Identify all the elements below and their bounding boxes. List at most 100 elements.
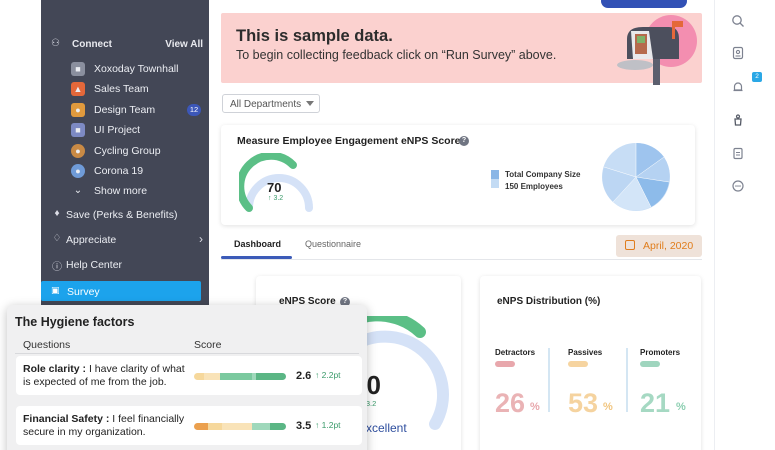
group-color-bar bbox=[495, 361, 515, 367]
ui-project-icon: ■ bbox=[71, 123, 85, 137]
group-unit: % bbox=[530, 401, 540, 413]
contacts-icon[interactable] bbox=[730, 46, 746, 62]
department-filter-select[interactable]: All Departments bbox=[222, 94, 320, 113]
hygiene-title: The Hygiene factors bbox=[15, 315, 135, 329]
delta-value: 3.2 bbox=[365, 399, 377, 408]
delta-value: 3.2 bbox=[273, 195, 284, 202]
cycling-group-icon: ● bbox=[71, 144, 85, 158]
question-text: Financial Safety : I feel financially se… bbox=[23, 413, 191, 439]
sidebar-item-label: Help Center bbox=[66, 259, 123, 271]
chevron-down-icon bbox=[306, 101, 314, 106]
legend-swatch-dark bbox=[491, 170, 499, 179]
chevron-right-icon: › bbox=[199, 232, 203, 246]
unread-badge: 12 bbox=[187, 104, 201, 116]
survey-icon: ▣ bbox=[51, 285, 60, 295]
sidebar-item-survey[interactable]: ▣ Survey bbox=[41, 281, 201, 301]
tab-questionnaire[interactable]: Questionnaire bbox=[305, 239, 361, 249]
banner-title: This is sample data. bbox=[236, 27, 393, 45]
date-label: April, 2020 bbox=[643, 240, 694, 252]
view-all-link[interactable]: View All bbox=[165, 39, 203, 50]
sales-team-icon: ▲ bbox=[71, 82, 85, 96]
engagement-score: 70 bbox=[267, 180, 282, 195]
clipboard-icon[interactable] bbox=[730, 146, 746, 162]
score-delta: ↑ 2.2pt bbox=[315, 370, 341, 380]
score-distribution-bar bbox=[194, 373, 286, 380]
help-icon[interactable]: ? bbox=[459, 136, 469, 146]
connect-people-icon: ⚇ bbox=[51, 38, 60, 49]
channel-label: Xoxoday Townhall bbox=[94, 63, 179, 75]
score-value: 2.6 bbox=[296, 370, 312, 382]
sidebar-channel-sales-team[interactable]: ▲ Sales Team bbox=[71, 82, 211, 98]
column-divider bbox=[626, 348, 628, 412]
date-picker[interactable]: April, 2020 bbox=[616, 235, 702, 257]
question-text: Role clarity : I have clarity of what is… bbox=[23, 363, 191, 389]
show-more-button[interactable]: ⌄ Show more bbox=[71, 184, 211, 200]
sidebar-channel-design-team[interactable]: ● Design Team 12 bbox=[71, 103, 211, 119]
legend-label-size: Total Company Size bbox=[505, 170, 581, 179]
score-distribution-bar bbox=[194, 423, 286, 430]
channel-label: Sales Team bbox=[94, 83, 149, 95]
corona-icon: ● bbox=[71, 164, 85, 178]
delta-value: 2.2pt bbox=[321, 370, 341, 380]
sidebar-item-save[interactable]: ♦ Save (Perks & Benefits) bbox=[51, 208, 203, 224]
tab-dashboard[interactable]: Dashboard bbox=[234, 239, 281, 249]
sidebar-channel-ui-project[interactable]: ■ UI Project bbox=[71, 123, 211, 139]
bell-icon[interactable]: 2 bbox=[730, 72, 762, 96]
hygiene-row-role-clarity[interactable]: Role clarity : I have clarity of what is… bbox=[16, 356, 362, 395]
group-unit: % bbox=[603, 401, 613, 413]
company-size-pie bbox=[602, 142, 670, 211]
column-divider bbox=[548, 348, 550, 412]
group-name: Promoters bbox=[640, 348, 681, 357]
group-value: 26 bbox=[495, 388, 526, 418]
sidebar-item-help-center[interactable]: ⓘ Help Center bbox=[51, 258, 203, 274]
run-survey-button[interactable] bbox=[601, 0, 687, 8]
sidebar-channel-cycling-group[interactable]: ● Cycling Group bbox=[71, 144, 211, 160]
channel-label: Cycling Group bbox=[94, 145, 161, 157]
sidebar-channel-townhall[interactable]: ■ Xoxoday Townhall bbox=[71, 62, 211, 78]
score-value: 3.5 bbox=[296, 420, 312, 432]
hygiene-row-financial-safety[interactable]: Financial Safety : I feel financially se… bbox=[16, 406, 362, 445]
sample-data-banner: This is sample data. To begin collecting… bbox=[221, 13, 702, 85]
sidebar-channel-corona[interactable]: ● Corona 19 bbox=[71, 164, 211, 180]
enps-distribution-card: eNPS Distribution (%) Detractors 26 % Pa… bbox=[480, 276, 701, 450]
notification-badge: 2 bbox=[752, 72, 762, 82]
channel-label: UI Project bbox=[94, 124, 141, 136]
sidebar-item-label: Save (Perks & Benefits) bbox=[66, 209, 178, 221]
distribution-passives: Passives 53 % bbox=[568, 348, 628, 448]
engagement-delta: ↑ 3.2 bbox=[268, 195, 284, 202]
trophy-icon: ♢ bbox=[52, 233, 62, 244]
header-divider bbox=[15, 353, 359, 354]
engagement-title: Measure Employee Engagement eNPS Score bbox=[237, 135, 461, 147]
group-color-bar bbox=[568, 361, 588, 367]
mailbox-illustration bbox=[617, 15, 697, 85]
group-value: 21 bbox=[640, 388, 671, 418]
right-icon-rail: 2 bbox=[714, 0, 775, 450]
search-icon[interactable] bbox=[730, 14, 746, 30]
group-name: Passives bbox=[568, 348, 603, 357]
tag-icon: ♦ bbox=[54, 208, 60, 219]
show-more-label: Show more bbox=[94, 185, 148, 197]
design-team-icon: ● bbox=[71, 103, 85, 117]
banner-subtitle: To begin collecting feedback click on “R… bbox=[236, 48, 557, 62]
question-label: Financial Safety : bbox=[23, 413, 110, 425]
group-unit: % bbox=[676, 401, 686, 413]
question-label: Role clarity : bbox=[23, 363, 87, 375]
chat-icon[interactable] bbox=[730, 179, 746, 195]
townhall-icon: ■ bbox=[71, 62, 85, 76]
connect-header: ⚇ Connect View All bbox=[51, 38, 203, 52]
sidebar-item-appreciate[interactable]: ♢ Appreciate › bbox=[51, 232, 203, 249]
channel-label: Design Team bbox=[94, 104, 156, 116]
column-header-questions: Questions bbox=[23, 339, 71, 351]
calendar-icon bbox=[625, 240, 635, 250]
column-header-score: Score bbox=[194, 339, 222, 351]
chevron-down-icon: ⌄ bbox=[73, 185, 83, 196]
legend-label-employees: 150 Employees bbox=[505, 182, 563, 191]
help-circle-icon: ⓘ bbox=[52, 262, 62, 273]
hygiene-factors-popup: The Hygiene factors Questions Score Role… bbox=[7, 305, 367, 450]
sidebar-item-label: Appreciate bbox=[66, 234, 117, 246]
channel-label: Corona 19 bbox=[94, 165, 144, 177]
active-tab-indicator bbox=[221, 256, 292, 259]
cake-icon[interactable] bbox=[730, 113, 746, 129]
connect-label: Connect bbox=[72, 39, 112, 50]
group-value: 53 bbox=[568, 388, 599, 418]
